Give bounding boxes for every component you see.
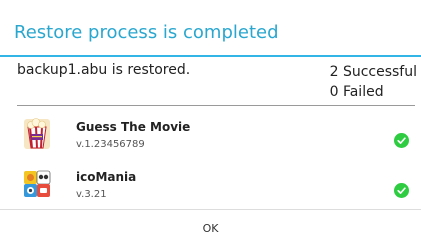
app-version: v.1.23456789	[76, 139, 145, 150]
successful-count: 2 Successful	[329, 64, 417, 80]
icomania-app-icon	[24, 170, 51, 197]
dialog-title: Restore process is completed	[14, 22, 279, 43]
failed-count: 0 Failed	[329, 84, 384, 100]
app-list-item: Guess The Movie v.1.23456789	[0, 113, 421, 157]
title-divider	[0, 55, 421, 57]
check-icon	[394, 183, 409, 198]
app-name: Guess The Movie	[76, 120, 191, 134]
check-icon	[394, 133, 409, 148]
restore-counts: 2 Successful 0 Failed	[330, 62, 417, 102]
app-list-item: icoMania v.3.21	[0, 163, 421, 207]
summary-divider	[17, 105, 415, 106]
restore-message: backup1.abu is restored.	[17, 62, 191, 78]
restore-complete-dialog: Restore process is completed backup1.abu…	[0, 0, 421, 245]
app-name: icoMania	[76, 170, 137, 184]
guess-the-movie-app-icon	[24, 118, 50, 149]
ok-button[interactable]: OK	[0, 210, 421, 245]
app-version: v.3.21	[76, 189, 107, 200]
